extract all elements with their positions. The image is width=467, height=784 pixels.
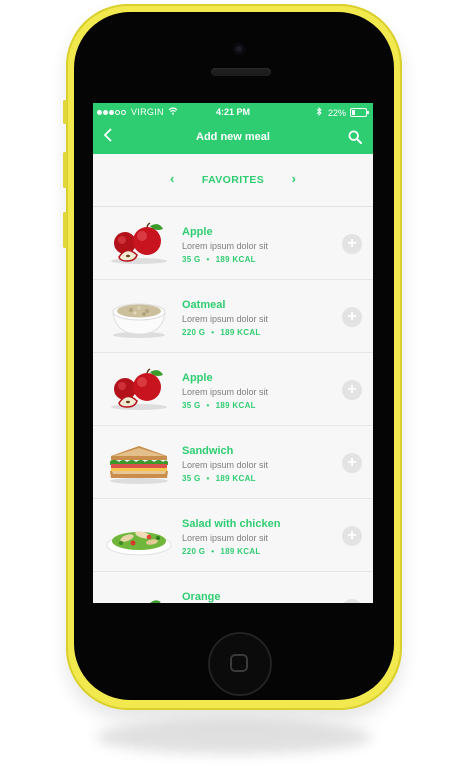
list-item[interactable]: Apple Lorem ipsum dolor sit 35 G • 189 KCA… [93, 353, 373, 426]
meal-image-oatmeal [105, 294, 173, 338]
list-item[interactable]: Oatmeal Lorem ipsum dolor sit 220 G • 189 … [93, 280, 373, 353]
list-item[interactable]: Apple Lorem ipsum dolor sit 35 G • 189 KCA… [93, 207, 373, 280]
plus-icon: + [347, 600, 356, 603]
meal-weight: 220 G [182, 547, 206, 556]
meal-name: Sandwich [182, 445, 234, 457]
mute-switch [63, 100, 67, 124]
status-bar: VIRGIN 4:21 PM 22% [93, 103, 373, 122]
meal-meta: 220 G • 189 KCAL [182, 328, 261, 337]
meal-name: Orange [182, 591, 221, 603]
meta-separator: • [211, 328, 215, 337]
list-item[interactable]: Sandwich Lorem ipsum dolor sit 35 G • 189 … [93, 426, 373, 499]
meal-kcal: 189 KCAL [215, 255, 256, 264]
meal-list: Apple Lorem ipsum dolor sit 35 G • 189 KCA… [93, 207, 373, 603]
nav-bar: Add new meal [93, 122, 373, 154]
list-item[interactable]: Orange + [93, 572, 373, 603]
search-button[interactable] [348, 130, 364, 146]
oatmeal-illustration [112, 303, 166, 338]
meal-image-sandwich [105, 440, 173, 484]
plus-icon: + [347, 235, 357, 252]
app-screen: VIRGIN 4:21 PM 22% Add new meal ‹ FAVORI… [93, 103, 373, 603]
front-camera-icon [233, 43, 245, 55]
meal-name: Apple [182, 226, 213, 238]
next-category-button[interactable]: › [292, 171, 296, 186]
battery-percent: 22% [327, 107, 346, 118]
plus-icon: + [347, 381, 357, 398]
meal-kcal: 189 KCAL [220, 547, 261, 556]
meal-kcal: 189 KCAL [220, 328, 261, 337]
meal-meta: 35 G • 189 KCAL [182, 474, 256, 483]
meta-separator: • [206, 401, 210, 410]
plus-icon: + [347, 527, 357, 544]
add-meal-button[interactable]: + [342, 599, 362, 603]
favorites-header: ‹ FAVORITES › [93, 154, 373, 207]
meal-description: Lorem ipsum dolor sit [182, 460, 269, 470]
sandwich-illustration [110, 446, 168, 484]
battery-icon [350, 108, 369, 117]
plus-icon: + [347, 308, 357, 325]
meal-kcal: 189 KCAL [215, 401, 256, 410]
meal-meta: 35 G • 189 KCAL [182, 255, 256, 264]
meta-separator: • [211, 547, 215, 556]
page-title: Add new meal [196, 131, 270, 143]
meta-separator: • [206, 255, 210, 264]
meal-description: Lorem ipsum dolor sit [182, 241, 269, 251]
category-title: FAVORITES [201, 174, 265, 186]
add-meal-button[interactable]: + [342, 453, 362, 473]
meal-name: Apple [182, 372, 213, 384]
battery-fill [352, 110, 355, 115]
meal-name: Oatmeal [182, 299, 226, 311]
meal-image-apple [105, 367, 173, 411]
meal-image-orange [105, 586, 173, 603]
volume-down-button [63, 212, 67, 248]
meal-weight: 220 G [182, 328, 206, 337]
meta-separator: • [206, 474, 210, 483]
list-item[interactable]: Salad with chicken Lorem ipsum dolor sit… [93, 499, 373, 572]
meal-image-salad [105, 513, 173, 557]
meal-name: Salad with chicken [182, 518, 281, 530]
meal-meta: 220 G • 189 KCAL [182, 547, 261, 556]
meal-description: Lorem ipsum dolor sit [182, 533, 269, 543]
volume-up-button [63, 152, 67, 188]
meal-description: Lorem ipsum dolor sit [182, 387, 269, 397]
meal-image-apple [105, 221, 173, 265]
search-icon [348, 130, 362, 144]
add-meal-button[interactable]: + [342, 234, 362, 254]
add-meal-button[interactable]: + [342, 526, 362, 546]
add-meal-button[interactable]: + [342, 307, 362, 327]
meal-weight: 35 G [182, 255, 201, 264]
meal-kcal: 189 KCAL [215, 474, 256, 483]
plus-icon: + [347, 454, 357, 471]
meal-description: Lorem ipsum dolor sit [182, 314, 269, 324]
meal-weight: 35 G [182, 401, 201, 410]
orange-illustration [150, 600, 161, 603]
salad-illustration [106, 531, 172, 556]
home-button[interactable] [208, 632, 272, 696]
home-square-icon [230, 654, 248, 672]
bluetooth-icon [316, 106, 322, 118]
apple-illustration [111, 222, 167, 264]
status-right: 22% [316, 106, 369, 118]
earpiece-speaker [211, 68, 271, 76]
meal-meta: 35 G • 189 KCAL [182, 401, 256, 410]
apple-illustration [111, 368, 167, 410]
phone-shadow [96, 720, 372, 754]
meal-weight: 35 G [182, 474, 201, 483]
add-meal-button[interactable]: + [342, 380, 362, 400]
